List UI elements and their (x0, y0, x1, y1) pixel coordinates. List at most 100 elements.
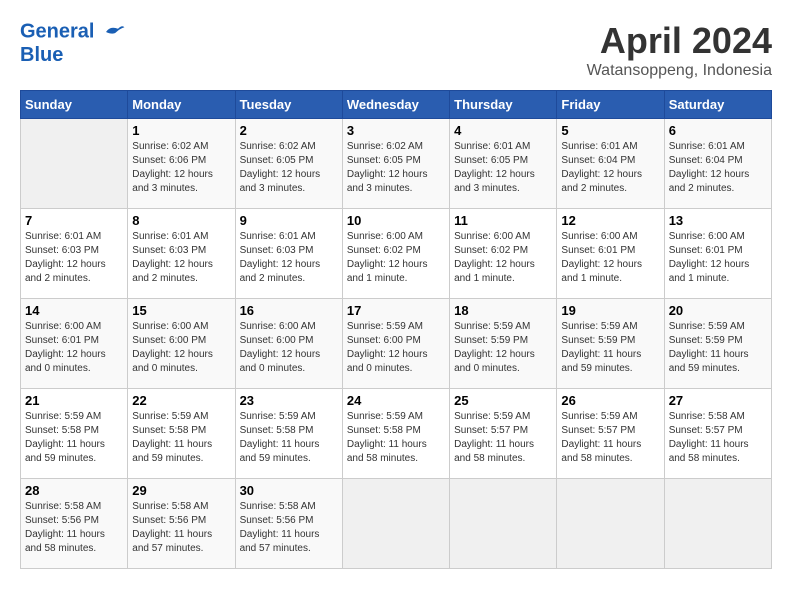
cell-sun-info: Sunrise: 5:58 AMSunset: 5:56 PMDaylight:… (25, 500, 123, 556)
day-number: 11 (454, 213, 552, 228)
calendar-week-4: 21 Sunrise: 5:59 AMSunset: 5:58 PMDayligh… (21, 389, 772, 479)
calendar-cell: 26Sunrise: 5:59 AMSunset: 5:57 PMDayligh… (557, 389, 664, 479)
calendar-table: SundayMondayTuesdayWednesdayThursdayFrid… (20, 90, 772, 569)
calendar-cell: 4 Sunrise: 6:01 AMSunset: 6:05 PMDaylight… (450, 119, 557, 209)
day-number: 13 (669, 213, 767, 228)
day-number: 30 (240, 483, 338, 498)
day-number: 28 (25, 483, 123, 498)
calendar-cell: 9 Sunrise: 6:01 AMSunset: 6:03 PMDaylight… (235, 209, 342, 299)
weekday-header-friday: Friday (557, 91, 664, 119)
cell-sun-info: Sunrise: 6:00 AMSunset: 6:01 PMDaylight:… (561, 230, 659, 286)
calendar-cell: 5 Sunrise: 6:01 AMSunset: 6:04 PMDaylight… (557, 119, 664, 209)
calendar-cell: 19 Sunrise: 5:59 AMSunset: 5:59 PMDayligh… (557, 299, 664, 389)
weekday-header-sunday: Sunday (21, 91, 128, 119)
calendar-cell: 13 Sunrise: 6:00 AMSunset: 6:01 PMDayligh… (664, 209, 771, 299)
logo: General Blue (20, 20, 126, 67)
day-number: 1 (132, 123, 230, 138)
calendar-cell: 22Sunrise: 5:59 AMSunset: 5:58 PMDayligh… (128, 389, 235, 479)
cell-sun-info: Sunrise: 5:59 AMSunset: 5:58 PMDaylight:… (240, 410, 338, 466)
calendar-cell: 15 Sunrise: 6:00 AMSunset: 6:00 PMDayligh… (128, 299, 235, 389)
cell-sun-info: Sunrise: 6:01 AMSunset: 6:05 PMDaylight:… (454, 140, 552, 196)
day-number: 23 (240, 393, 338, 408)
cell-sun-info: Sunrise: 6:01 AMSunset: 6:03 PMDaylight:… (25, 230, 123, 286)
day-number: 18 (454, 303, 552, 318)
title-block: April 2024 Watansoppeng, Indonesia (587, 20, 772, 80)
calendar-cell (450, 479, 557, 569)
cell-sun-info: Sunrise: 6:00 AMSunset: 6:02 PMDaylight:… (347, 230, 445, 286)
cell-sun-info: Sunrise: 5:59 AMSunset: 5:59 PMDaylight:… (454, 320, 552, 376)
calendar-cell: 24 Sunrise: 5:59 AMSunset: 5:58 PMDayligh… (342, 389, 449, 479)
calendar-cell: 6Sunrise: 6:01 AMSunset: 6:04 PMDaylight… (664, 119, 771, 209)
calendar-cell: 7 Sunrise: 6:01 AMSunset: 6:03 PMDaylight… (21, 209, 128, 299)
day-number: 27 (669, 393, 767, 408)
page-header: General Blue April 2024 Watansoppeng, In… (20, 20, 772, 80)
cell-sun-info: Sunrise: 5:59 AMSunset: 5:59 PMDaylight:… (561, 320, 659, 376)
calendar-cell: 16Sunrise: 6:00 AMSunset: 6:00 PMDayligh… (235, 299, 342, 389)
calendar-cell: 21 Sunrise: 5:59 AMSunset: 5:58 PMDayligh… (21, 389, 128, 479)
day-number: 5 (561, 123, 659, 138)
cell-sun-info: Sunrise: 6:00 AMSunset: 6:01 PMDaylight:… (669, 230, 767, 286)
cell-sun-info: Sunrise: 5:58 AMSunset: 5:56 PMDaylight:… (132, 500, 230, 556)
calendar-week-3: 14Sunrise: 6:00 AMSunset: 6:01 PMDayligh… (21, 299, 772, 389)
day-number: 24 (347, 393, 445, 408)
calendar-cell: 12Sunrise: 6:00 AMSunset: 6:01 PMDayligh… (557, 209, 664, 299)
calendar-cell: 23 Sunrise: 5:59 AMSunset: 5:58 PMDayligh… (235, 389, 342, 479)
day-number: 21 (25, 393, 123, 408)
weekday-header-row: SundayMondayTuesdayWednesdayThursdayFrid… (21, 91, 772, 119)
cell-sun-info: Sunrise: 5:59 AMSunset: 6:00 PMDaylight:… (347, 320, 445, 376)
cell-sun-info: Sunrise: 6:00 AMSunset: 6:01 PMDaylight:… (25, 320, 123, 376)
day-number: 9 (240, 213, 338, 228)
cell-sun-info: Sunrise: 6:00 AMSunset: 6:00 PMDaylight:… (240, 320, 338, 376)
cell-sun-info: Sunrise: 5:59 AMSunset: 5:59 PMDaylight:… (669, 320, 767, 376)
cell-sun-info: Sunrise: 6:01 AMSunset: 6:04 PMDaylight:… (669, 140, 767, 196)
cell-sun-info: Sunrise: 6:02 AMSunset: 6:05 PMDaylight:… (347, 140, 445, 196)
day-number: 4 (454, 123, 552, 138)
calendar-cell: 8 Sunrise: 6:01 AMSunset: 6:03 PMDaylight… (128, 209, 235, 299)
calendar-week-1: 1 Sunrise: 6:02 AMSunset: 6:06 PMDaylight… (21, 119, 772, 209)
cell-sun-info: Sunrise: 6:00 AMSunset: 6:00 PMDaylight:… (132, 320, 230, 376)
logo-line2: Blue (20, 44, 126, 67)
day-number: 10 (347, 213, 445, 228)
day-number: 22 (132, 393, 230, 408)
day-number: 2 (240, 123, 338, 138)
calendar-cell: 1 Sunrise: 6:02 AMSunset: 6:06 PMDaylight… (128, 119, 235, 209)
calendar-cell: 10 Sunrise: 6:00 AMSunset: 6:02 PMDayligh… (342, 209, 449, 299)
weekday-header-wednesday: Wednesday (342, 91, 449, 119)
calendar-cell: 17 Sunrise: 5:59 AMSunset: 6:00 PMDayligh… (342, 299, 449, 389)
cell-sun-info: Sunrise: 5:59 AMSunset: 5:57 PMDaylight:… (561, 410, 659, 466)
cell-sun-info: Sunrise: 5:59 AMSunset: 5:58 PMDaylight:… (25, 410, 123, 466)
day-number: 7 (25, 213, 123, 228)
day-number: 19 (561, 303, 659, 318)
calendar-cell: 25 Sunrise: 5:59 AMSunset: 5:57 PMDayligh… (450, 389, 557, 479)
cell-sun-info: Sunrise: 6:01 AMSunset: 6:04 PMDaylight:… (561, 140, 659, 196)
calendar-cell: 11 Sunrise: 6:00 AMSunset: 6:02 PMDayligh… (450, 209, 557, 299)
cell-sun-info: Sunrise: 6:02 AMSunset: 6:06 PMDaylight:… (132, 140, 230, 196)
calendar-week-5: 28 Sunrise: 5:58 AMSunset: 5:56 PMDayligh… (21, 479, 772, 569)
cell-sun-info: Sunrise: 5:59 AMSunset: 5:57 PMDaylight:… (454, 410, 552, 466)
cell-sun-info: Sunrise: 5:58 AMSunset: 5:57 PMDaylight:… (669, 410, 767, 466)
weekday-header-tuesday: Tuesday (235, 91, 342, 119)
day-number: 17 (347, 303, 445, 318)
cell-sun-info: Sunrise: 6:02 AMSunset: 6:05 PMDaylight:… (240, 140, 338, 196)
day-number: 3 (347, 123, 445, 138)
day-number: 8 (132, 213, 230, 228)
weekday-header-saturday: Saturday (664, 91, 771, 119)
cell-sun-info: Sunrise: 5:59 AMSunset: 5:58 PMDaylight:… (347, 410, 445, 466)
cell-sun-info: Sunrise: 6:01 AMSunset: 6:03 PMDaylight:… (132, 230, 230, 286)
weekday-header-thursday: Thursday (450, 91, 557, 119)
day-number: 15 (132, 303, 230, 318)
calendar-cell (664, 479, 771, 569)
logo-line1: General (20, 20, 94, 42)
cell-sun-info: Sunrise: 6:00 AMSunset: 6:02 PMDaylight:… (454, 230, 552, 286)
weekday-header-monday: Monday (128, 91, 235, 119)
day-number: 25 (454, 393, 552, 408)
calendar-week-2: 7 Sunrise: 6:01 AMSunset: 6:03 PMDaylight… (21, 209, 772, 299)
calendar-cell: 30Sunrise: 5:58 AMSunset: 5:56 PMDayligh… (235, 479, 342, 569)
calendar-cell: 28 Sunrise: 5:58 AMSunset: 5:56 PMDayligh… (21, 479, 128, 569)
calendar-cell: 2 Sunrise: 6:02 AMSunset: 6:05 PMDaylight… (235, 119, 342, 209)
month-year-title: April 2024 (587, 20, 772, 62)
calendar-cell: 20Sunrise: 5:59 AMSunset: 5:59 PMDayligh… (664, 299, 771, 389)
calendar-cell: 3 Sunrise: 6:02 AMSunset: 6:05 PMDaylight… (342, 119, 449, 209)
calendar-cell (342, 479, 449, 569)
cell-sun-info: Sunrise: 6:01 AMSunset: 6:03 PMDaylight:… (240, 230, 338, 286)
